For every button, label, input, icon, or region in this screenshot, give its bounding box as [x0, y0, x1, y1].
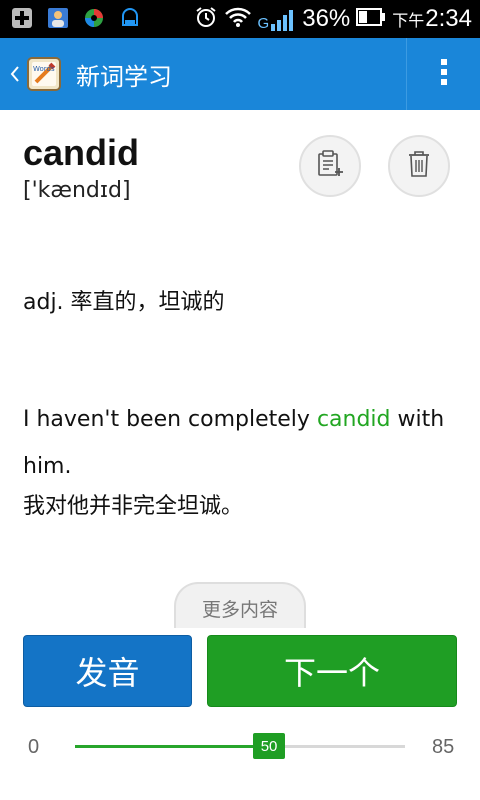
progress-slider-thumb[interactable]: 50	[253, 733, 286, 759]
logo-text: Words	[33, 65, 55, 73]
add-notification-icon	[10, 6, 34, 30]
status-bar: G 36% 下午 2:34	[0, 0, 480, 38]
progress-min-label: 0	[28, 736, 40, 758]
progress-slider[interactable]: 50	[75, 733, 405, 759]
notification-icons	[10, 6, 142, 30]
more-content-button[interactable]: 更多内容	[174, 582, 306, 628]
add-to-wordbook-button[interactable]	[299, 135, 361, 197]
example-translation: 我对他并非完全坦诚。	[23, 494, 244, 519]
battery-percent: 36%	[302, 5, 351, 32]
cell-signal-icon: G	[258, 6, 297, 32]
phonetic-transcription: ['kændɪd]	[23, 178, 131, 203]
example-text-before: I haven't been completely	[23, 407, 317, 432]
headword: candid	[23, 132, 140, 173]
delete-word-button[interactable]	[388, 135, 450, 197]
overflow-menu-button[interactable]	[407, 38, 480, 110]
app-notification-icon	[82, 6, 106, 30]
chevron-left-icon	[6, 65, 24, 83]
update-notification-icon	[118, 6, 142, 30]
app-logo-icon: Words	[26, 55, 64, 93]
pronounce-button[interactable]: 发音	[23, 635, 192, 707]
system-icons: G 36% 下午 2:34	[194, 0, 472, 38]
battery-icon	[356, 7, 386, 31]
wifi-icon	[224, 6, 252, 32]
clock: 2:34	[425, 5, 472, 32]
add-note-icon	[315, 149, 345, 183]
page-title: 新词学习	[76, 62, 172, 91]
example-highlight: candid	[316, 407, 391, 432]
trash-icon	[406, 149, 432, 183]
action-bar: Words 新词学习	[0, 38, 480, 110]
back-button[interactable]: Words 新词学习	[0, 38, 200, 110]
progress-max-label: 85	[432, 736, 455, 758]
network-type-label: G	[257, 15, 270, 32]
next-word-button[interactable]: 下一个	[207, 635, 457, 707]
time-prefix: 下午	[392, 11, 425, 30]
example-sentence: I haven't been completely candid with hi…	[23, 396, 463, 490]
contact-notification-icon	[46, 6, 70, 30]
more-vertical-icon	[440, 58, 448, 90]
alarm-icon	[194, 5, 218, 33]
word-definition: adj. 率直的，坦诚的	[23, 290, 225, 315]
progress-slider-fill	[75, 745, 270, 748]
